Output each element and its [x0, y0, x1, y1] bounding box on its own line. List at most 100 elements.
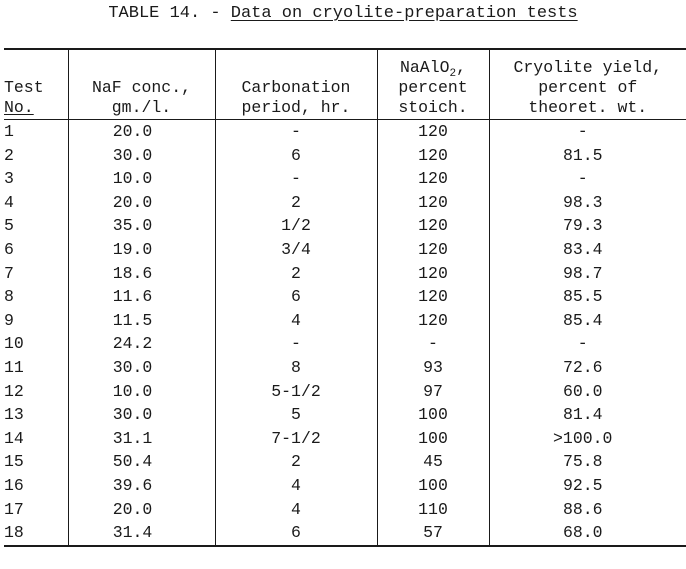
- cell-cryolite-yield: -: [488, 332, 686, 356]
- cell-test-no: 1: [4, 122, 14, 141]
- header-line: Carbonation: [241, 78, 351, 97]
- cell-test-no: 18: [4, 523, 24, 543]
- header-naalo2-percent: NaAlO2, percent stoich.: [376, 49, 489, 120]
- cell-test-no: 8: [4, 287, 14, 307]
- cell-naf-conc: 20.0: [67, 190, 215, 215]
- cell-carbonation-period: 7-1/2: [214, 426, 377, 451]
- table-row: 16 39.6 4 100 92.5: [4, 473, 686, 498]
- table-row: 3 10.0-120-: [4, 167, 686, 191]
- formula-comma: ,: [456, 58, 467, 77]
- cell-cryolite-yield: >100.0: [488, 426, 686, 451]
- header-row: Test No. NaF conc., gm./l. Carbonation p…: [4, 49, 686, 120]
- cell-test-no: 4: [4, 192, 14, 212]
- table-row: 7 18.6 2 120 98.7: [4, 261, 686, 286]
- cell-naalo2-percent: 110: [376, 497, 489, 522]
- cell-cryolite-yield: -: [488, 167, 686, 191]
- cell-test-no: 14: [4, 428, 24, 448]
- cell-carbonation-period: 5: [214, 403, 377, 427]
- header-line: theoret. wt.: [528, 98, 648, 117]
- table-row: 2 30.0 6 120 81.5: [4, 143, 686, 168]
- cell-cryolite-yield: 88.6: [488, 497, 686, 522]
- table-row: 4 20.0 2 120 98.3: [4, 190, 686, 215]
- cell-naf-conc: 11.6: [67, 285, 215, 309]
- table-number: TABLE 14. -: [108, 4, 231, 23]
- cell-test-no: 13: [4, 405, 24, 425]
- cell-carbonation-period: -: [214, 119, 377, 144]
- cell-carbonation-period: 4: [214, 308, 377, 333]
- cell-test-no: 2: [4, 145, 14, 165]
- cell-naalo2-percent: -: [376, 332, 489, 356]
- cell-carbonation-period: 6: [214, 285, 377, 309]
- cell-naf-conc: 30.0: [67, 143, 215, 168]
- header-naf-conc: NaF conc., gm./l.: [67, 49, 215, 120]
- cell-naalo2-percent: 120: [376, 143, 489, 168]
- cell-test-no: 9: [4, 310, 14, 330]
- cell-naalo2-percent: 97: [376, 379, 489, 404]
- formula-text: NaAlO: [399, 58, 450, 77]
- cell-naf-conc: 30.0: [67, 355, 215, 380]
- header-line: Cryolite yield,: [513, 58, 663, 77]
- cell-naf-conc: 35.0: [67, 214, 215, 238]
- cell-naf-conc: 20.0: [67, 119, 215, 144]
- cell-test-no: 11: [4, 357, 24, 377]
- table-row: 10 24.2- - -: [4, 332, 686, 356]
- cell-carbonation-period: 8: [214, 355, 377, 380]
- table-title: TABLE 14. - Data on cryolite-preparation…: [0, 4, 686, 23]
- cell-cryolite-yield: -: [488, 119, 686, 144]
- cell-naf-conc: 31.1: [67, 426, 215, 451]
- cell-naf-conc: 11.5: [67, 308, 215, 333]
- cell-cryolite-yield: 60.0: [488, 379, 686, 404]
- cell-carbonation-period: 1/2: [214, 214, 377, 238]
- cell-carbonation-period: 4: [214, 473, 377, 498]
- cell-carbonation-period: -: [214, 332, 377, 356]
- cell-cryolite-yield: 81.4: [488, 403, 686, 427]
- cell-naf-conc: 50.4: [67, 450, 215, 474]
- cell-cryolite-yield: 79.3: [488, 214, 686, 238]
- header-carbonation-period: Carbonation period, hr.: [214, 49, 377, 120]
- table-row: 9 11.5 4 120 85.4: [4, 308, 686, 333]
- table-row: 5 35.0 1/2 120 79.3: [4, 214, 686, 238]
- cell-naf-conc: 10.0: [67, 167, 215, 191]
- cell-carbonation-period: 2: [214, 190, 377, 215]
- table-row: 15 50.4 2 45 75.8: [4, 450, 686, 474]
- cell-cryolite-yield: 81.5: [488, 143, 686, 168]
- cell-naalo2-percent: 93: [376, 355, 489, 380]
- cell-naalo2-percent: 120: [376, 214, 489, 238]
- header-line: No.: [4, 98, 34, 117]
- cell-naalo2-percent: 120: [376, 308, 489, 333]
- cell-naf-conc: 19.0: [67, 237, 215, 262]
- header-line: period, hr.: [241, 98, 351, 117]
- header-line: percent: [398, 78, 468, 97]
- cell-naalo2-percent: 120: [376, 190, 489, 215]
- cell-test-no: 7: [4, 263, 14, 283]
- header-test-no: Test No.: [4, 49, 68, 120]
- cell-cryolite-yield: 98.3: [488, 190, 686, 215]
- header-line: stoich.: [398, 98, 468, 117]
- header-line: NaF conc.,: [91, 78, 192, 97]
- header-cryolite-yield: Cryolite yield, percent of theoret. wt.: [488, 49, 686, 120]
- table-row: 18 31.4 6 57 68.0: [4, 521, 686, 546]
- cell-naalo2-percent: 45: [376, 450, 489, 474]
- cell-test-no: 16: [4, 475, 24, 495]
- cell-carbonation-period: 2: [214, 450, 377, 474]
- cell-carbonation-period: 5-1/2: [214, 379, 377, 404]
- cell-naalo2-percent: 100: [376, 403, 489, 427]
- cell-test-no: 12: [4, 381, 24, 401]
- table-row: 11 30.0 8 93 72.6: [4, 355, 686, 380]
- cell-carbonation-period: 3/4: [214, 237, 377, 262]
- cell-naalo2-percent: 120: [376, 261, 489, 286]
- cell-carbonation-period: 6: [214, 143, 377, 168]
- cell-test-no: 15: [4, 452, 24, 472]
- cell-carbonation-period: 6: [214, 521, 377, 546]
- cell-naf-conc: 24.2: [67, 332, 215, 356]
- cryolite-data-table: Test No. NaF conc., gm./l. Carbonation p…: [4, 48, 686, 547]
- cell-naf-conc: 31.4: [67, 521, 215, 546]
- header-line: Test: [4, 78, 44, 97]
- cell-naalo2-percent: 100: [376, 473, 489, 498]
- cell-test-no: 6: [4, 239, 14, 259]
- cell-cryolite-yield: 68.0: [488, 521, 686, 546]
- table-row: 14 31.1 7-1/2 100 >100.0: [4, 426, 686, 451]
- cell-cryolite-yield: 98.7: [488, 261, 686, 286]
- table-row: 13 30.0 5 100 81.4: [4, 403, 686, 427]
- cell-cryolite-yield: 75.8: [488, 450, 686, 474]
